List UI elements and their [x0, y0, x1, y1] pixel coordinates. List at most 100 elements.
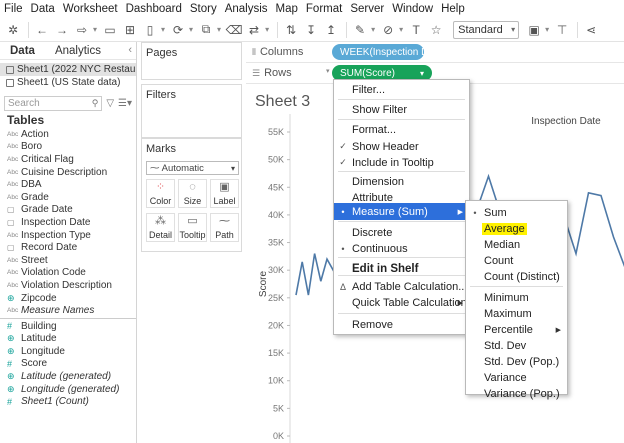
menu-data[interactable]: Data: [31, 3, 55, 15]
tab-data[interactable]: Data: [0, 45, 45, 57]
color-button[interactable]: ⁘ Color: [146, 179, 175, 208]
menu-item[interactable]: Quick Table Calculation ▶: [334, 294, 469, 311]
group-icon[interactable]: ⊘: [379, 21, 397, 39]
field-item[interactable]: ⊕ Longitude (generated): [0, 383, 136, 396]
filters-card[interactable]: Filters: [141, 84, 242, 138]
menu-item[interactable]: Remove: [334, 316, 469, 333]
field-item[interactable]: Abc Street: [0, 254, 136, 267]
sort-ascending-icon[interactable]: ↧: [302, 21, 320, 39]
field-item[interactable]: Abc Boro: [0, 141, 136, 154]
clear-sheet-icon[interactable]: ⌫: [225, 21, 243, 39]
search-input[interactable]: Search ⚲: [4, 95, 103, 111]
new-worksheet-icon[interactable]: ▯: [141, 21, 159, 39]
menu-item[interactable]: Std. Dev (Pop.): [466, 353, 567, 370]
field-item[interactable]: Abc DBA: [0, 178, 136, 191]
fix-axes-icon[interactable]: ☆: [427, 21, 445, 39]
menu-item[interactable]: Variance: [466, 369, 567, 386]
data-source-item[interactable]: Sheet1 (2022 NYC Restau...: [0, 63, 136, 76]
menu-item[interactable]: Format...: [334, 121, 469, 138]
mark-type-select[interactable]: ⁓ Automatic ▾: [146, 161, 239, 175]
menu-item[interactable]: Variance (Pop.): [466, 385, 567, 402]
menu-item[interactable]: Δ Add Table Calculation...: [334, 278, 469, 295]
tableau-logo-icon[interactable]: ✲: [4, 21, 22, 39]
show-cards-icon[interactable]: ▣: [525, 21, 543, 39]
menu-item[interactable]: Count (Distinct): [466, 268, 567, 285]
chevron-down-icon[interactable]: ▾: [161, 25, 165, 34]
chevron-down-icon[interactable]: ▾: [93, 25, 97, 34]
field-item[interactable]: Abc Violation Code: [0, 267, 136, 280]
menu-dashboard[interactable]: Dashboard: [126, 3, 182, 15]
pages-card[interactable]: Pages: [141, 42, 242, 80]
week-inspection-date-pill[interactable]: WEEK(Inspection Dat..: [332, 44, 442, 60]
sort-descending-icon[interactable]: ↥: [322, 21, 340, 39]
show-mark-labels-icon[interactable]: T: [407, 21, 425, 39]
field-item[interactable]: # Building: [0, 320, 136, 333]
pill-dropdown-icon[interactable]: ▾: [420, 69, 424, 78]
size-button[interactable]: ◌ Size: [178, 179, 207, 208]
menu-item[interactable]: • Continuous: [334, 240, 469, 257]
menu-item[interactable]: Count: [466, 252, 567, 269]
menu-item[interactable]: ✓ Show Header: [334, 138, 469, 155]
field-item[interactable]: ▢ Record Date: [0, 241, 136, 254]
save-icon[interactable]: ▭: [101, 21, 119, 39]
menu-item[interactable]: Percentile ▶: [466, 321, 567, 338]
menu-item[interactable]: Maximum: [466, 305, 567, 322]
menu-item[interactable]: Minimum: [466, 289, 567, 306]
new-data-source-icon[interactable]: ⊞: [121, 21, 139, 39]
menu-item[interactable]: Show Filter: [334, 101, 469, 118]
field-item[interactable]: Abc Measure Names: [0, 304, 136, 317]
menu-item[interactable]: Discrete: [334, 224, 469, 241]
chevron-down-icon[interactable]: ▾: [217, 25, 221, 34]
presentation-mode-icon[interactable]: ⊤: [553, 21, 571, 39]
columns-shelf[interactable]: ⦀ Columns WEEK(Inspection Dat..: [246, 42, 624, 63]
field-item[interactable]: ⊕ Zipcode: [0, 292, 136, 305]
menu-item[interactable]: Median: [466, 236, 567, 253]
menu-item[interactable]: Average: [466, 220, 567, 237]
undo-icon[interactable]: ←: [33, 21, 51, 39]
menu-item[interactable]: • Measure (Sum) ▶: [334, 203, 469, 220]
field-item[interactable]: # Score: [0, 358, 136, 371]
chevron-down-icon[interactable]: ▾: [545, 25, 549, 34]
menu-map[interactable]: Map: [276, 3, 298, 15]
menu-item[interactable]: • Sum: [466, 204, 567, 221]
path-button[interactable]: ⁓ Path: [210, 213, 239, 242]
field-item[interactable]: Abc Grade: [0, 191, 136, 204]
menu-item[interactable]: Filter...: [334, 81, 469, 98]
menu-item[interactable]: Dimension: [334, 173, 469, 190]
redo-icon[interactable]: →: [53, 21, 71, 39]
menu-format[interactable]: Format: [306, 3, 342, 15]
field-item[interactable]: ⊕ Latitude: [0, 333, 136, 346]
detail-button[interactable]: ⁂ Detail: [146, 213, 175, 242]
filter-icon[interactable]: ▽: [106, 98, 114, 109]
field-item[interactable]: ⊕ Latitude (generated): [0, 370, 136, 383]
field-item[interactable]: ▢ Grade Date: [0, 204, 136, 217]
field-item[interactable]: ⊕ Longitude: [0, 345, 136, 358]
swap-icon[interactable]: ⇅: [282, 21, 300, 39]
menu-help[interactable]: Help: [441, 3, 465, 15]
menu-item[interactable]: Edit in Shelf: [334, 260, 469, 277]
field-item[interactable]: Abc Cuisine Description: [0, 166, 136, 179]
field-item[interactable]: Abc Action: [0, 128, 136, 141]
view-options-icon[interactable]: ☰▾: [118, 98, 132, 109]
tab-analytics[interactable]: Analytics: [45, 45, 111, 57]
redo-all-icon[interactable]: ⇨: [73, 21, 91, 39]
share-icon[interactable]: ⋖: [582, 21, 600, 39]
menu-analysis[interactable]: Analysis: [225, 3, 268, 15]
swap-rows-columns-icon[interactable]: ⇄: [245, 21, 263, 39]
menu-worksheet[interactable]: Worksheet: [63, 3, 118, 15]
menu-server[interactable]: Server: [350, 3, 384, 15]
tooltip-button[interactable]: ▭ Tooltip: [178, 213, 207, 242]
duplicate-sheet-icon[interactable]: ⧉: [197, 21, 215, 39]
chevron-down-icon[interactable]: ▾: [399, 25, 403, 34]
data-source-item[interactable]: Sheet1 (US State data): [0, 76, 136, 89]
field-item[interactable]: Abc Critical Flag: [0, 153, 136, 166]
field-item[interactable]: ▢ Inspection Date: [0, 216, 136, 229]
refresh-icon[interactable]: ⟳: [169, 21, 187, 39]
menu-window[interactable]: Window: [392, 3, 433, 15]
field-item[interactable]: # Sheet1 (Count): [0, 395, 136, 408]
chevron-down-icon[interactable]: ▾: [265, 25, 269, 34]
chevron-down-icon[interactable]: ▾: [189, 25, 193, 34]
fit-select[interactable]: Standard ▾: [453, 20, 520, 39]
field-item[interactable]: Abc Inspection Type: [0, 229, 136, 242]
menu-item[interactable]: ✓ Include in Tooltip: [334, 154, 469, 171]
